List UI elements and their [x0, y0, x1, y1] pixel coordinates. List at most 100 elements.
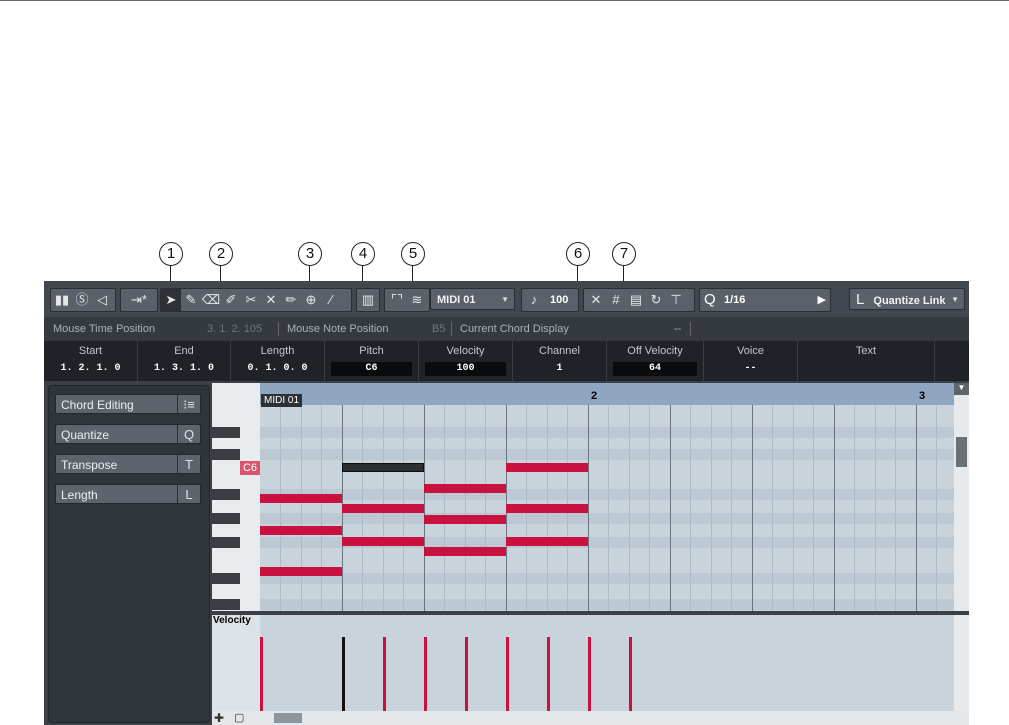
zoom-icon[interactable]: ⊕ — [301, 289, 321, 311]
status-separator — [278, 322, 279, 336]
split-icon[interactable]: ✂ — [241, 289, 261, 311]
add-lane-icon[interactable]: ✚ — [214, 711, 228, 725]
velocity-bar[interactable] — [260, 637, 263, 713]
info-velocity[interactable]: Velocity 100 — [419, 341, 513, 381]
part-borders-icon[interactable]: ⌜⌝ — [387, 289, 407, 311]
info-channel[interactable]: Channel 1 — [513, 341, 607, 381]
black-key — [212, 489, 240, 500]
info-start-value: 1. 2. 1. 0 — [60, 363, 121, 374]
midi-note[interactable] — [506, 537, 588, 546]
marker-icon[interactable]: ⊤ — [666, 289, 686, 311]
velocity-lane-label: Velocity — [212, 615, 260, 713]
listen-icon[interactable]: ◁ — [92, 289, 112, 311]
top-rule — [0, 0, 1009, 1]
velocity-bar[interactable] — [383, 637, 386, 713]
midi-note-selected[interactable] — [342, 463, 424, 472]
black-key — [212, 537, 240, 548]
beat-line — [670, 405, 671, 611]
inspector-length[interactable]: Length L — [55, 484, 201, 504]
midi-note[interactable] — [424, 484, 506, 493]
info-pitch[interactable]: Pitch C6 — [325, 341, 419, 381]
piano-keyboard[interactable]: C6 — [212, 383, 260, 611]
editor-icon-group: ▥ — [356, 288, 380, 312]
glue-icon[interactable]: ✏ — [281, 289, 301, 311]
chord-display-value: -- — [674, 323, 682, 335]
scroll-thumb[interactable] — [956, 437, 967, 467]
mute-icon[interactable]: ✕ — [261, 289, 281, 311]
grid-icon[interactable]: # — [606, 289, 626, 311]
inspector-transpose[interactable]: Transpose T — [55, 454, 201, 474]
velocity-scrollbar[interactable] — [954, 615, 969, 713]
grid-line — [629, 405, 630, 611]
callout-6: 6 — [566, 242, 590, 266]
velocity-bar[interactable] — [629, 637, 632, 713]
inspector-chord-editing[interactable]: Chord Editing ⁝≡ — [55, 394, 201, 414]
chevron-down-icon[interactable]: ▼ — [954, 383, 969, 395]
line-icon[interactable]: ∕ — [321, 289, 341, 311]
key-editor-window: ▮▮ Ⓢ ◁ ⇥* ➤ ✎ ⌫ ✐ ✂ ✕ ✏ ⊕ ∕ ▥ ⌜⌝ ≋ MIDI … — [44, 281, 969, 725]
chevron-down-icon: ▼ — [501, 295, 509, 304]
vertical-scrollbar[interactable]: ▼ — [954, 383, 969, 611]
insert-velocity-value[interactable]: 100 — [550, 289, 568, 311]
solo-icon[interactable]: Ⓢ — [72, 289, 92, 311]
velocity-bar[interactable] — [465, 637, 468, 713]
part-select-dropdown[interactable]: MIDI 01 ▼ — [430, 288, 515, 310]
velocity-bar[interactable] — [588, 637, 591, 713]
length-quantize-dropdown[interactable]: L Quantize Link ▼ — [849, 288, 965, 310]
info-length[interactable]: Length 0. 1. 0. 0 — [231, 341, 325, 381]
grid-line — [731, 405, 732, 611]
velocity-bar-selected[interactable] — [342, 637, 345, 713]
info-pitch-label: Pitch — [359, 345, 384, 357]
midi-note[interactable] — [342, 504, 424, 513]
midi-note[interactable] — [506, 504, 588, 513]
quantize-preset-value[interactable]: 1/16 — [724, 289, 745, 311]
velocity-bar[interactable] — [506, 637, 509, 713]
grid-line — [608, 405, 609, 611]
midi-note[interactable] — [424, 547, 506, 556]
draw-icon[interactable]: ✐ — [221, 289, 241, 311]
erase-icon[interactable]: ⌫ — [201, 289, 221, 311]
scroll-thumb[interactable] — [274, 713, 302, 723]
grid-row — [260, 513, 954, 524]
midi-note[interactable] — [260, 494, 342, 503]
info-off-velocity[interactable]: Off Velocity 64 — [607, 341, 704, 381]
length-key-icon: L — [177, 485, 200, 503]
grid-line — [301, 405, 302, 611]
ruler[interactable]: MIDI 01 2 3 — [260, 383, 954, 407]
inspector-quantize[interactable]: Quantize Q — [55, 424, 201, 444]
status-separator — [690, 322, 691, 336]
velocity-bar[interactable] — [547, 637, 550, 713]
cycle-icon[interactable]: ↻ — [646, 289, 666, 311]
part-name-label: MIDI 01 — [261, 394, 303, 407]
note-display[interactable]: MIDI 01 2 3 — [260, 383, 954, 611]
object-selection-icon[interactable]: ➤ — [161, 289, 181, 311]
midi-note[interactable] — [260, 526, 342, 535]
info-channel-value: 1 — [556, 363, 563, 374]
info-start[interactable]: Start 1. 2. 1. 0 — [44, 341, 138, 381]
midi-note[interactable] — [342, 537, 424, 546]
info-pitch-value: C6 — [365, 363, 378, 374]
horizontal-scrollbar[interactable]: ✚ ▢ — [212, 711, 969, 725]
lane-preset-icon[interactable]: ▢ — [234, 711, 248, 725]
midi-note[interactable] — [506, 463, 588, 472]
velocity-lane[interactable] — [260, 615, 954, 713]
midi-note[interactable] — [424, 515, 506, 524]
info-end[interactable]: End 1. 3. 1. 0 — [138, 341, 231, 381]
info-text[interactable]: Text — [798, 341, 935, 381]
grid-line — [936, 405, 937, 611]
part-list-icon[interactable]: ≋ — [407, 289, 427, 311]
inspector-panel: Chord Editing ⁝≡ Quantize Q Transpose T … — [48, 385, 210, 723]
grid-type-icon[interactable]: ▤ — [626, 289, 646, 311]
snap-icon[interactable]: ✕ — [586, 289, 606, 311]
black-key — [212, 449, 240, 460]
play-icon[interactable]: ▶ — [818, 289, 826, 311]
pencil-draw-icon[interactable]: ✎ — [181, 289, 201, 311]
info-voice[interactable]: Voice -- — [704, 341, 798, 381]
midi-note[interactable] — [260, 567, 342, 576]
info-off-velocity-label: Off Velocity — [627, 345, 683, 357]
edit-in-place-icon[interactable]: ▥ — [358, 289, 378, 311]
inspector-toggle-icon[interactable]: ▮▮ — [52, 289, 72, 311]
grid-line — [485, 405, 486, 611]
autoscroll-icon[interactable]: ⇥* — [125, 289, 153, 311]
velocity-bar[interactable] — [424, 637, 427, 713]
